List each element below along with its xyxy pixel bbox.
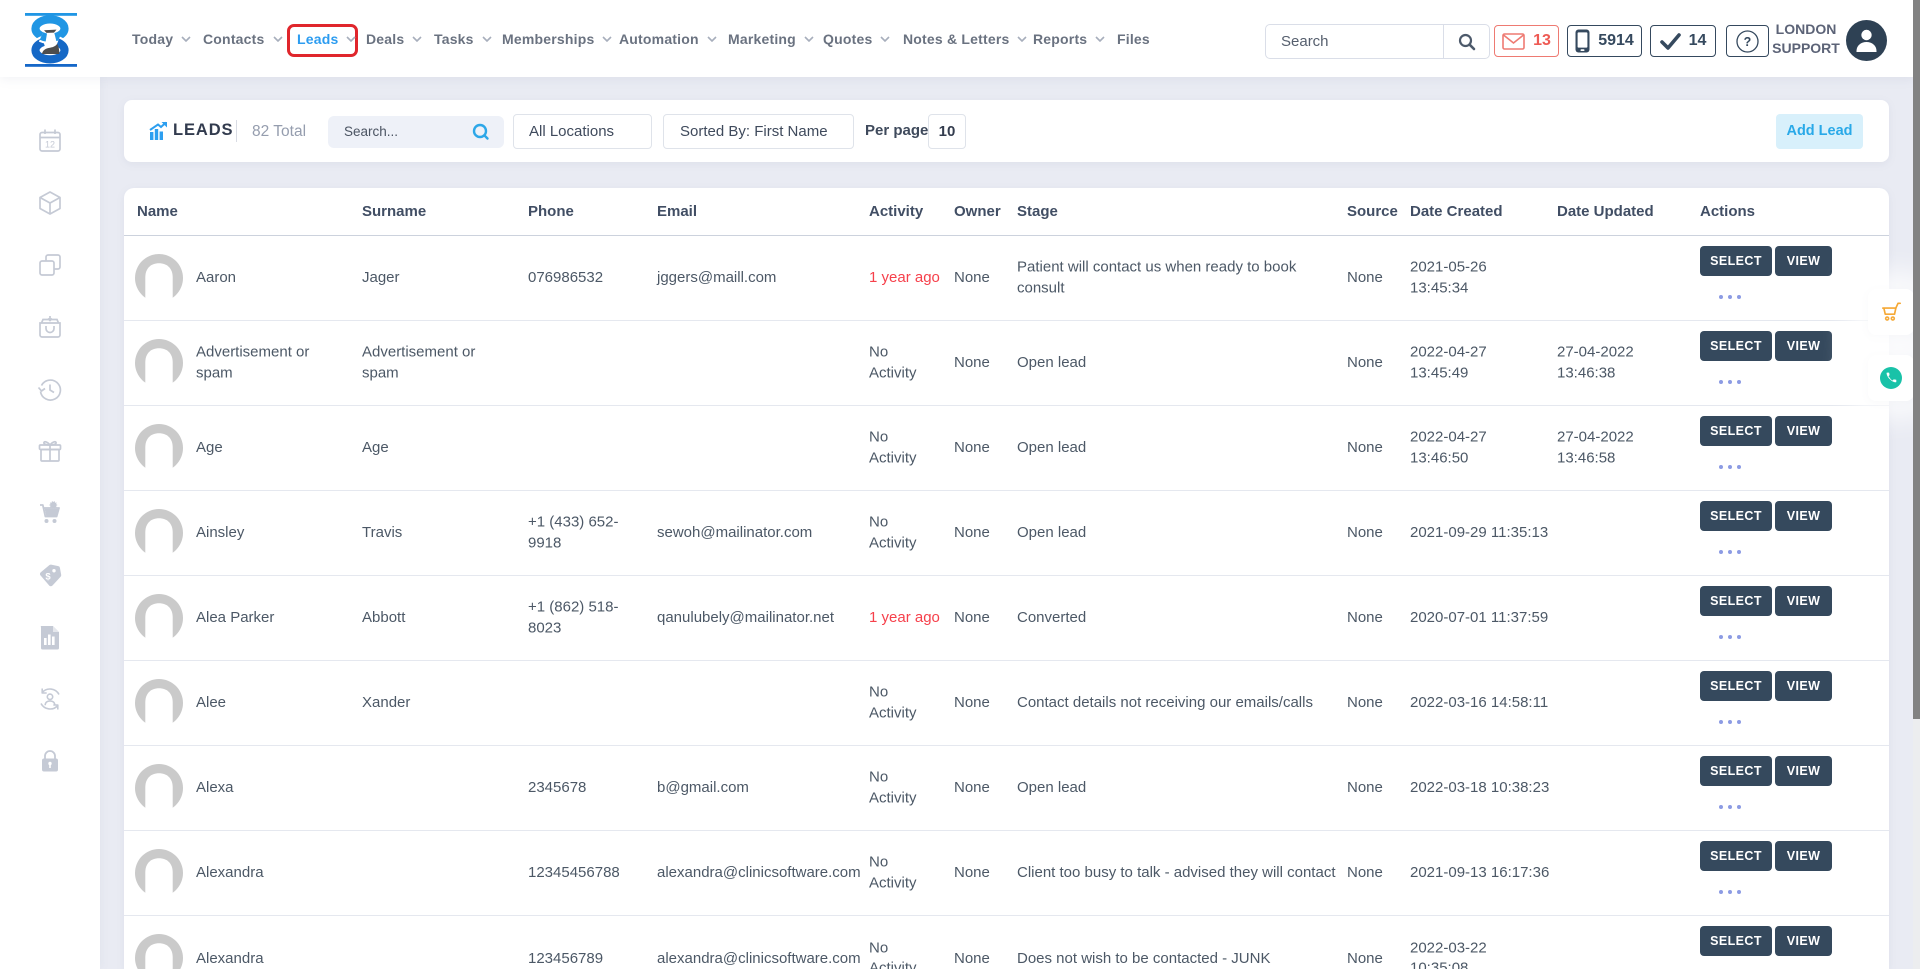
svg-text:$: $ [45, 572, 51, 583]
svg-text:?: ? [1744, 35, 1752, 49]
svg-text:12: 12 [45, 140, 55, 150]
